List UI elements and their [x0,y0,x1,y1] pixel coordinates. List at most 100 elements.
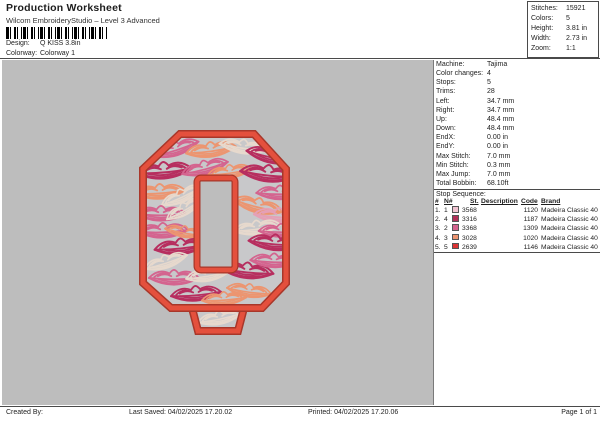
stop-sequence-table: 1. 1 3568 1120 Madeira Classic 40 2. 4 3316 1187… [434,206,600,252]
machine-info-value: 0.00 in [487,143,509,151]
summary-value: 5 [566,15,570,22]
thread-color-swatch [452,233,459,241]
thread-color-swatch [452,224,459,231]
needle-number: 5 [444,243,448,251]
column-header-code: Code [521,198,538,205]
machine-info-row: Min Stitch: 0.3 mm [436,161,598,170]
machine-info-value: 68.10ft [487,180,509,188]
machine-info-label: Max Jump: [436,170,471,178]
summary-box: Stitches: 15921 Colors: 5 Height: 3.81 in Widt… [527,1,599,58]
machine-info-label: Min Stitch: [436,161,469,169]
machine-info-value: 5 [487,79,491,87]
machine-info-row: Color changes: 4 [436,69,598,78]
thread-brand: Madeira Classic 40 [541,207,598,214]
stop-sequence-row: 4. 3 3028 1020 Madeira Classic 40 [434,233,600,243]
stop-index: 5. [435,243,441,251]
machine-info-value: 28 [487,88,495,96]
embroidery-design-q [139,130,290,335]
summary-value: 15921 [566,5,586,12]
machine-info-value: 0.3 mm [487,161,511,169]
stitch-count: 3316 [462,216,477,224]
thread-code: 1187 [523,216,538,224]
summary-label: Zoom: [531,45,551,52]
machine-info-row: EndY: 0.00 in [436,142,598,151]
thread-color-swatch [452,215,459,222]
stitch-count: 3368 [462,225,477,233]
thread-code: 1146 [523,243,538,251]
needle-number: 1 [444,207,448,214]
machine-info-value: 0.00 in [487,134,509,142]
summary-row: Stitches: 15921 [528,4,598,14]
machine-info-label: Stops: [436,79,456,87]
footer-printed: Printed: 04/02/2025 17.20.06 [308,409,399,416]
machine-info-value: 4 [487,70,491,78]
machine-info-row: Right: 34.7 mm [436,106,598,115]
machine-info-value: 48.4 mm [487,115,515,123]
app-subtitle: Wilcom EmbroideryStudio – Level 3 Advanc… [6,16,160,25]
thread-brand: Madeira Classic 40 [541,234,598,242]
stop-index: 4. [435,234,441,242]
machine-info-row: Max Jump: 7.0 mm [436,170,598,179]
machine-info-value: 34.7 mm [487,97,515,105]
stop-sequence-row: 3. 2 3368 1309 Madeira Classic 40 [434,224,600,233]
machine-info-label: Right: [436,106,455,114]
summary-row: Colors: 5 [528,14,598,24]
machine-info-value: Tajima [487,61,508,68]
machine-info-row: Stops: 5 [436,78,598,87]
thread-color-swatch [452,242,459,250]
needle-number: 4 [444,216,448,224]
column-header-st: St. [470,198,479,205]
design-value: Q KISS 3.8in [40,40,81,47]
summary-value: 1:1 [566,45,576,52]
column-header-: # [435,198,439,205]
design-row: Design: Q KISS 3.8in [6,40,80,47]
machine-info-label: Max Stitch: [436,152,471,160]
page-title: Production Worksheet [6,2,122,14]
stitch-count: 3568 [462,207,477,214]
summary-row: Width: 2.73 in [528,34,598,44]
machine-info-row: Trims: 28 [436,87,598,96]
stop-sequence-row: 1. 1 3568 1120 Madeira Classic 40 [434,206,600,215]
summary-value: 3.81 in [566,25,588,32]
thread-color-swatch [452,206,459,213]
stop-index: 3. [435,225,441,233]
stop-sequence-row: 5. 5 2639 1146 Madeira Classic 40 [434,242,600,252]
machine-info-row: Machine: Tajima [436,60,598,69]
summary-value: 2.73 in [566,35,588,42]
machine-info-value: 7.0 mm [487,170,511,178]
machine-info-label: EndY: [436,143,455,151]
thread-code: 1309 [523,225,538,233]
footer-page-number: Page 1 of 1 [561,409,597,416]
column-header-description: Description [481,198,518,205]
footer-created-by: Created By: [6,409,43,416]
machine-info-label: Up: [436,115,447,123]
thread-code: 1020 [523,234,538,242]
stop-sequence-title: Stop Sequence: [436,191,486,198]
summary-label: Colors: [531,15,554,22]
colorway-row: Colorway: Colorway 1 [6,50,75,57]
machine-info-value: 34.7 mm [487,106,515,114]
column-header-brand: Brand [541,198,561,205]
machine-info-row: Total Bobbin: 68.10ft [436,179,598,188]
machine-info-value: 48.4 mm [487,125,515,133]
needle-number: 3 [444,234,448,242]
machine-info-label: Color changes: [436,70,484,78]
machine-info-label: Down: [436,125,456,133]
machine-info-row: Down: 48.4 mm [436,124,598,133]
machine-info-label: Trims: [436,88,456,96]
machine-info-label: Machine: [436,61,465,68]
design-label: Design: [6,40,30,47]
summary-row: Zoom: 1:1 [528,44,598,54]
stitch-count: 3028 [462,234,477,242]
machine-info-label: Left: [436,97,450,105]
letter-hole-border-dark [193,174,239,274]
summary-label: Height: [531,25,554,32]
summary-label: Width: [531,35,551,42]
thread-brand: Madeira Classic 40 [541,225,598,233]
machine-info-row: Max Stitch: 7.0 mm [436,152,598,161]
panel-divider [434,189,600,190]
needle-number: 2 [444,225,448,233]
thread-code: 1120 [523,207,538,214]
barcode [6,27,108,39]
machine-info-label: Total Bobbin: [436,180,477,188]
